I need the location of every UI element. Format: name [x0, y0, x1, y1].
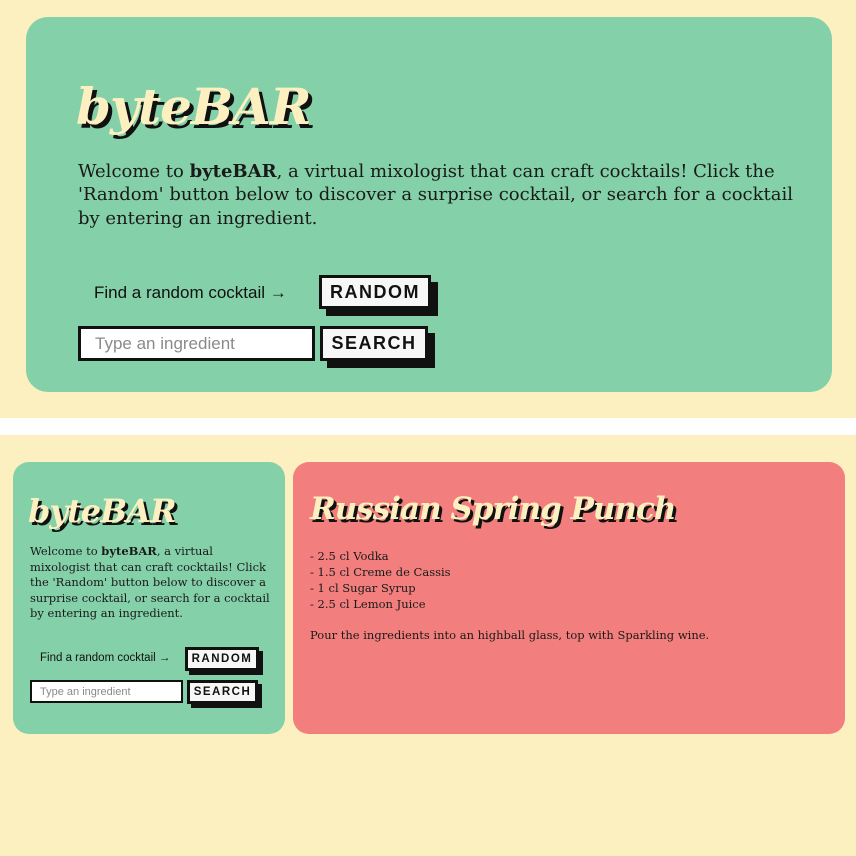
ingredient-search-input-small[interactable] — [30, 680, 183, 703]
ingredient-item: - 2.5 cl Vodka — [310, 549, 389, 563]
random-button[interactable]: RANDOM — [319, 275, 431, 309]
cocktail-instructions: Pour the ingredients into an highball gl… — [310, 628, 710, 642]
intro-brand: byteBAR — [189, 161, 277, 182]
search-button-small[interactable]: SEARCH — [187, 680, 258, 704]
intro-prefix: Welcome to — [30, 544, 102, 558]
ingredient-item: - 1 cl Sugar Syrup — [310, 581, 416, 595]
ingredient-list: - 2.5 cl Vodka - 1.5 cl Creme de Cassis … — [310, 548, 451, 612]
section-divider — [0, 418, 856, 435]
hero-card: byteBAR Welcome to byteBAR, a virtual mi… — [26, 17, 832, 392]
find-random-label-small: Find a random cocktail → — [40, 652, 171, 664]
ingredient-search-input[interactable] — [78, 326, 315, 361]
cocktail-name: Russian Spring Punch — [310, 491, 676, 527]
ingredient-item: - 1.5 cl Creme de Cassis — [310, 565, 451, 579]
find-random-label: Find a random cocktail → — [94, 283, 287, 302]
random-button-small[interactable]: RANDOM — [185, 647, 259, 671]
intro-prefix: Welcome to — [78, 161, 190, 182]
intro-text-small: Welcome to byteBAR, a virtual mixologist… — [30, 544, 272, 622]
intro-brand: byteBAR — [101, 544, 157, 558]
search-button[interactable]: SEARCH — [320, 326, 428, 361]
intro-text: Welcome to byteBAR, a virtual mixologist… — [78, 160, 818, 230]
app-logo: byteBAR — [76, 77, 312, 136]
app-logo-small: byteBAR — [28, 492, 177, 530]
ingredient-item: - 2.5 cl Lemon Juice — [310, 597, 426, 611]
